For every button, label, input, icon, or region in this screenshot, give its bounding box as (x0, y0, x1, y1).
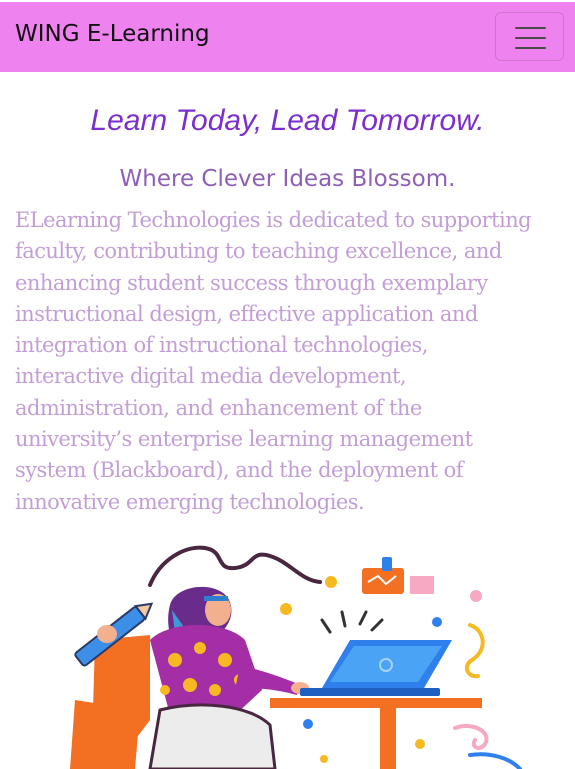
student-laptop-illustration (0, 530, 575, 769)
brand-link[interactable]: WING E-Learning (15, 21, 210, 47)
description-line: enhancing student success through exempl… (15, 270, 488, 295)
navbar: WING E-Learning (0, 2, 575, 72)
description-line: faculty, contributing to teaching excell… (15, 239, 502, 264)
description-line: instructional design, effective applicat… (15, 301, 478, 326)
description-line: integration of instructional technologie… (15, 333, 428, 358)
hero-subheading: Where Clever Ideas Blossom. (119, 166, 456, 192)
description-line: innovative emerging technologies. (15, 489, 365, 514)
hero-tagline: Learn Today, Lead Tomorrow. (90, 104, 485, 137)
hero-description: ELearning Technologies is dedicated to s… (15, 205, 563, 518)
description-line: system (Blackboard), and the deployment … (15, 458, 463, 483)
description-line: administration, and enhancement of the (15, 395, 422, 420)
description-line: interactive digital media development, (15, 364, 407, 389)
navbar-toggler-button[interactable] (495, 12, 564, 61)
description-line: university’s enterprise learning managem… (15, 427, 473, 452)
description-line: ELearning Technologies is dedicated to s… (15, 208, 532, 232)
